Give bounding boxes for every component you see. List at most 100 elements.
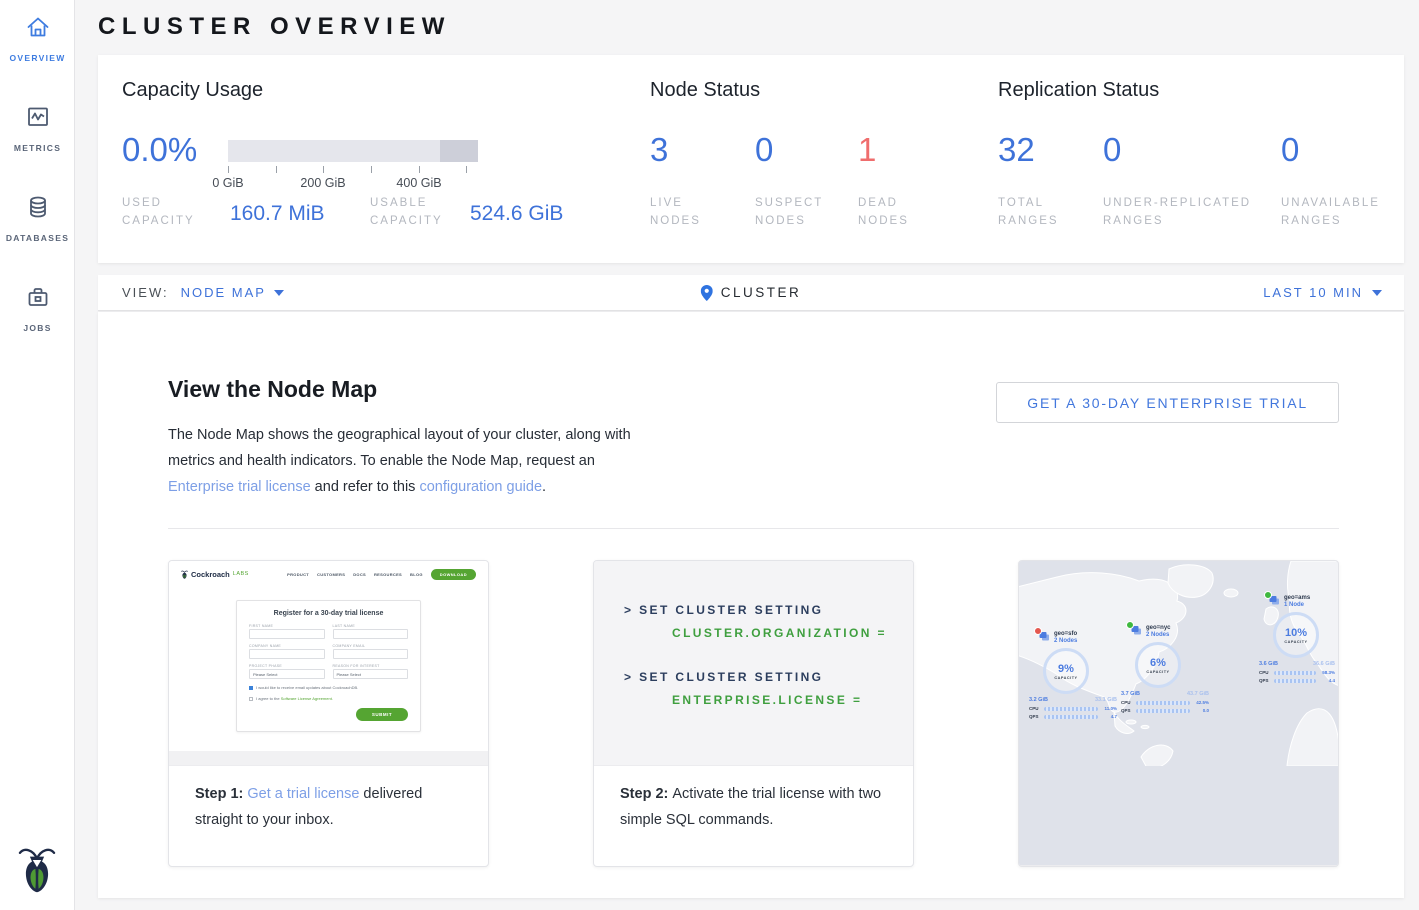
node-locality-badge: geo=nyc 2 Nodes 6% CAPACITY 3.7 GiB 43.7: [1121, 625, 1209, 713]
sidebar-item-label: DATABASES: [6, 233, 69, 243]
node-map-panel: View the Node Map The Node Map shows the…: [98, 312, 1404, 898]
cluster-summary-card: Capacity Usage 0.0% 0 GiB 200 GiB 400 Gi…: [98, 55, 1404, 263]
chevron-down-icon: [1372, 290, 1382, 296]
cpu-bar: [1044, 707, 1098, 711]
live-nodes-label: LIVENODES: [650, 194, 701, 230]
status-dot-icon: [1264, 591, 1272, 599]
step-2-caption: Step 2: Activate the trial license with …: [594, 766, 913, 833]
step-1-image: Cockroach LABS PRODUCT CUSTOMERS DOCS RE…: [169, 561, 488, 766]
home-icon: [25, 14, 51, 40]
code-line: ENTERPRISE.LICENSE =: [672, 693, 913, 707]
sidebar-item-databases[interactable]: DATABASES: [0, 180, 75, 256]
axis-tick: [228, 166, 229, 173]
form-input: [249, 629, 325, 639]
node-map-description: The Node Map shows the geographical layo…: [168, 422, 648, 500]
form-select: Please Select: [249, 669, 325, 679]
total-ranges-label: TOTALRANGES: [998, 194, 1059, 230]
step-3-card: geo=sfo 2 Nodes 9% CAPACITY 3.2 GiB 33.1: [1018, 560, 1339, 867]
usable-capacity-label: USABLE CAPACITY: [370, 194, 443, 230]
unavailable-ranges-value: 0: [1281, 131, 1299, 169]
suspect-nodes-value: 0: [755, 131, 773, 169]
sql-code-block: > SET CLUSTER SETTING CLUSTER.ORGANIZATI…: [594, 561, 913, 765]
step-2-image: > SET CLUSTER SETTING CLUSTER.ORGANIZATI…: [594, 561, 913, 766]
axis-tick-label: 400 GiB: [396, 176, 441, 190]
form-input: [333, 649, 409, 659]
used-capacity-label: USED CAPACITY: [122, 194, 195, 230]
status-dot-icon: [1126, 621, 1134, 629]
qps-bar: [1044, 715, 1098, 719]
step-3-caption: Step 3: Refer this configuration guide t…: [1019, 866, 1338, 867]
sidebar-item-label: METRICS: [14, 143, 61, 153]
status-dot-icon: [1034, 627, 1042, 635]
submit-button: SUBMIT: [356, 708, 408, 721]
configuration-guide-link[interactable]: configuration guide: [419, 479, 542, 495]
steps-row: Cockroach LABS PRODUCT CUSTOMERS DOCS RE…: [168, 560, 1339, 867]
sidebar-item-jobs[interactable]: JOBS: [0, 270, 75, 346]
cpu-bar: [1136, 701, 1190, 705]
view-label: VIEW:: [122, 285, 169, 300]
code-line: > SET CLUSTER SETTING: [624, 670, 913, 684]
chart-icon: [25, 104, 51, 130]
dead-nodes-value: 1: [858, 131, 876, 169]
enterprise-trial-button[interactable]: GET A 30-DAY ENTERPRISE TRIAL: [996, 382, 1339, 423]
total-ranges-value: 32: [998, 131, 1035, 169]
step-3-image: geo=sfo 2 Nodes 9% CAPACITY 3.2 GiB 33.1: [1019, 561, 1338, 866]
time-range-dropdown[interactable]: LAST 10 MIN: [1263, 285, 1382, 300]
site-footer-strip: [169, 751, 488, 765]
app-root: OVERVIEW METRICS DATABASES JO: [0, 0, 1419, 910]
code-line: CLUSTER.ORGANIZATION =: [672, 626, 913, 640]
briefcase-icon: [25, 284, 51, 310]
live-nodes-value: 3: [650, 131, 668, 169]
sidebar-item-metrics[interactable]: METRICS: [0, 90, 75, 166]
step-1-caption: Step 1: Get a trial license delivered st…: [169, 766, 488, 833]
site-header: Cockroach LABS PRODUCT CUSTOMERS DOCS RE…: [169, 561, 488, 587]
form-select: Please Select: [333, 669, 409, 679]
axis-tick-label: 200 GiB: [300, 176, 345, 190]
step-2-card: > SET CLUSTER SETTING CLUSTER.ORGANIZATI…: [593, 560, 914, 867]
get-trial-license-link[interactable]: Get a trial license: [247, 786, 359, 802]
suspect-nodes-label: SUSPECTNODES: [755, 194, 823, 230]
chevron-down-icon: [274, 290, 284, 296]
page-title: CLUSTER OVERVIEW: [98, 13, 451, 41]
used-capacity-value: 160.7 MiB: [230, 202, 325, 226]
site-nav: PRODUCT CUSTOMERS DOCS RESOURCES BLOG DO…: [287, 569, 476, 580]
database-icon: [25, 194, 51, 220]
sidebar-item-label: JOBS: [23, 323, 51, 333]
sidebar-item-label: OVERVIEW: [9, 53, 65, 63]
cockroach-labs-site-thumbnail: Cockroach LABS PRODUCT CUSTOMERS DOCS RE…: [169, 561, 488, 765]
axis-tick: [419, 166, 420, 173]
under-replicated-ranges-label: UNDER-REPLICATEDRANGES: [1103, 194, 1251, 230]
capacity-used-percent: 0.0%: [122, 131, 197, 169]
axis-tick: [276, 166, 277, 173]
cluster-breadcrumb: CLUSTER: [701, 285, 802, 301]
code-line: > SET CLUSTER SETTING: [624, 603, 913, 617]
qps-bar: [1136, 709, 1190, 713]
main-content: CLUSTER OVERVIEW Capacity Usage 0.0% 0 G…: [75, 0, 1419, 910]
node-locality-badge: geo=ams 1 Node 10% CAPACITY 3.6 GiB 36.6: [1259, 595, 1335, 683]
form-checkbox-row: I would like to receive email updates ab…: [249, 685, 408, 690]
cockroach-icon: [18, 845, 56, 893]
axis-tick: [323, 166, 324, 173]
capacity-bar-reserved-segment: [440, 140, 478, 162]
view-dropdown[interactable]: NODE MAP: [181, 285, 284, 300]
under-replicated-ranges-value: 0: [1103, 131, 1121, 169]
form-checkbox-row: I agree to the Software License Agreemen…: [249, 696, 408, 701]
cpu-bar: [1274, 671, 1316, 675]
capacity-gauge: 10% CAPACITY: [1273, 612, 1319, 658]
cockroachdb-logo: [18, 845, 56, 898]
axis-tick-label: 0 GiB: [212, 176, 243, 190]
qps-bar: [1274, 679, 1316, 683]
replication-status-title: Replication Status: [998, 79, 1159, 102]
location-pin-icon: [701, 285, 713, 301]
cockroach-icon: [181, 570, 188, 579]
site-logo: Cockroach LABS: [181, 570, 249, 579]
axis-tick: [371, 166, 372, 173]
node-locality-badge: geo=sfo 2 Nodes 9% CAPACITY 3.2 GiB 33.1: [1029, 631, 1117, 719]
node-map-heading: View the Node Map: [168, 376, 377, 403]
capacity-bar: 0 GiB 200 GiB 400 GiB: [228, 140, 478, 162]
capacity-gauge: 6% CAPACITY: [1135, 642, 1181, 688]
capacity-gauge: 9% CAPACITY: [1043, 648, 1089, 694]
enterprise-trial-license-link[interactable]: Enterprise trial license: [168, 479, 311, 495]
sidebar-item-overview[interactable]: OVERVIEW: [0, 0, 75, 76]
section-divider: [168, 528, 1339, 529]
